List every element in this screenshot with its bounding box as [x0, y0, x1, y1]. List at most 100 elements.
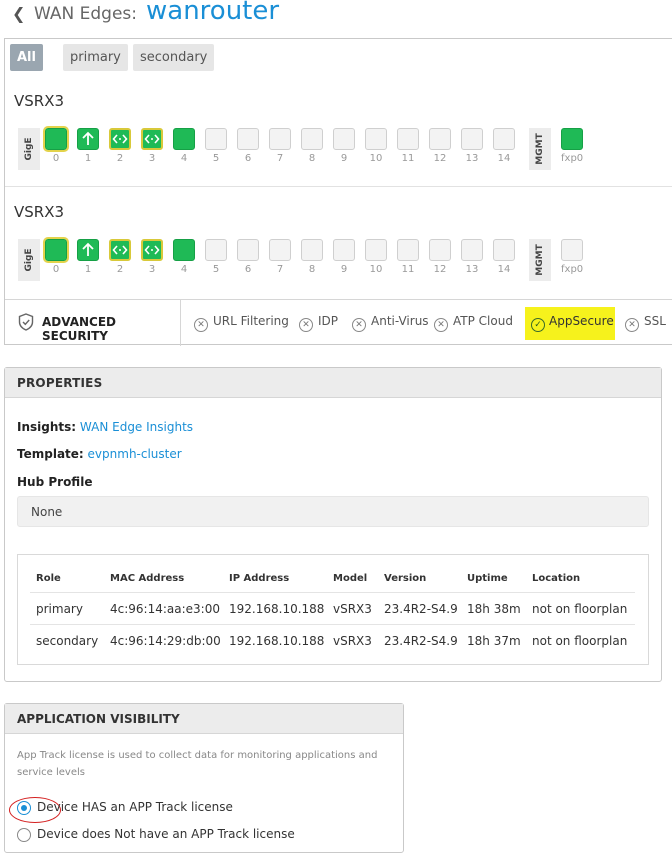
- port-2-code-icon[interactable]: [109, 239, 131, 261]
- port-13[interactable]: [461, 128, 483, 150]
- filter-secondary-button[interactable]: secondary: [133, 44, 215, 71]
- insights-row: Insights: WAN Edge Insights: [17, 420, 194, 434]
- table-cell: 4c:96:14:aa:e3:00: [110, 602, 220, 616]
- app-track-no-license-radio[interactable]: [17, 828, 31, 842]
- port-10[interactable]: [365, 239, 387, 261]
- table-cell: not on floorplan: [532, 634, 628, 648]
- port-3-code-icon[interactable]: [141, 128, 163, 150]
- close-circle-icon: ✕: [194, 318, 208, 332]
- column-header: Location: [532, 573, 581, 584]
- port-number: 11: [401, 264, 415, 275]
- close-circle-icon: ✕: [352, 318, 366, 332]
- port-0[interactable]: [43, 237, 69, 263]
- port-12[interactable]: [429, 239, 451, 261]
- table-cell: secondary: [36, 634, 99, 648]
- port-8[interactable]: [301, 239, 323, 261]
- filter-primary-button[interactable]: primary: [63, 44, 128, 71]
- port-number: 8: [308, 153, 316, 164]
- mgmt-port[interactable]: [561, 239, 583, 261]
- port-4[interactable]: [173, 128, 195, 150]
- device-name: VSRX3: [14, 203, 65, 221]
- app-track-has-license-radio[interactable]: [17, 801, 31, 815]
- port-2-code-icon[interactable]: [109, 128, 131, 150]
- device-table: Role MAC Address IP Address Model Versio…: [17, 554, 649, 665]
- security-item-atp-cloud[interactable]: ✕ ATP Cloud: [434, 314, 513, 332]
- back-chevron-icon[interactable]: ❮: [12, 4, 25, 23]
- security-item-ssl[interactable]: ✕ SSL: [625, 314, 666, 332]
- column-header: Uptime: [467, 573, 508, 584]
- port-3-code-icon[interactable]: [141, 239, 163, 261]
- hub-profile-field[interactable]: None: [17, 496, 649, 527]
- column-header: MAC Address: [110, 573, 185, 584]
- port-number: 4: [180, 153, 188, 164]
- port-9[interactable]: [333, 128, 355, 150]
- port-5[interactable]: [205, 128, 227, 150]
- port-6[interactable]: [237, 128, 259, 150]
- port-6[interactable]: [237, 239, 259, 261]
- port-number: 10: [369, 153, 383, 164]
- gige-label: GigE: [18, 239, 40, 281]
- mgmt-label: MGMT: [529, 128, 551, 170]
- port-10[interactable]: [365, 128, 387, 150]
- port-0[interactable]: [43, 126, 69, 152]
- application-visibility-header: APPLICATION VISIBILITY: [5, 704, 403, 734]
- table-cell: 18h 38m: [467, 602, 521, 616]
- port-13[interactable]: [461, 239, 483, 261]
- security-item-url-filtering[interactable]: ✕ URL Filtering: [194, 314, 289, 332]
- filter-all-button[interactable]: All: [10, 44, 43, 71]
- port-8[interactable]: [301, 128, 323, 150]
- table-cell: 192.168.10.188: [229, 602, 325, 616]
- port-number: 5: [212, 153, 220, 164]
- port-14[interactable]: [493, 239, 515, 261]
- close-circle-icon: ✕: [625, 318, 639, 332]
- advanced-security-label: ADVANCED SECURITY: [42, 315, 117, 343]
- insights-link[interactable]: WAN Edge Insights: [80, 420, 193, 434]
- close-circle-icon: ✕: [434, 318, 448, 332]
- device-panel: All primary secondary VSRX3 GigE 0123456…: [4, 38, 672, 346]
- security-item-appsecure[interactable]: ✓ AppSecure: [531, 314, 614, 332]
- port-14[interactable]: [493, 128, 515, 150]
- template-link[interactable]: evpnmh-cluster: [88, 447, 182, 461]
- port-7[interactable]: [269, 239, 291, 261]
- port-11[interactable]: [397, 239, 419, 261]
- port-4[interactable]: [173, 239, 195, 261]
- mgmt-port-label: fxp0: [561, 264, 584, 275]
- port-9[interactable]: [333, 239, 355, 261]
- breadcrumb[interactable]: WAN Edges:: [34, 4, 137, 24]
- advanced-security-row: ADVANCED SECURITY ✕ URL Filtering ✕ IDP ✕ A…: [5, 299, 672, 346]
- port-number: 7: [276, 264, 284, 275]
- port-5[interactable]: [205, 239, 227, 261]
- port-1-uplink-icon[interactable]: [77, 128, 99, 150]
- properties-header: PROPERTIES: [5, 368, 661, 398]
- port-1-uplink-icon[interactable]: [77, 239, 99, 261]
- port-number: 13: [465, 153, 479, 164]
- hub-profile-label: Hub Profile: [17, 475, 93, 489]
- application-visibility-panel: APPLICATION VISIBILITY App Track license…: [4, 703, 404, 853]
- column-header: Role: [36, 573, 61, 584]
- port-12[interactable]: [429, 128, 451, 150]
- check-circle-icon: ✓: [531, 318, 545, 332]
- mgmt-port[interactable]: [561, 128, 583, 150]
- shield-icon: [18, 313, 34, 331]
- mgmt-label: MGMT: [529, 239, 551, 281]
- port-11[interactable]: [397, 128, 419, 150]
- port-number: 11: [401, 153, 415, 164]
- radio-label[interactable]: Device HAS an APP Track license: [37, 800, 233, 814]
- port-number: 7: [276, 153, 284, 164]
- template-row: Template: evpnmh-cluster: [17, 447, 182, 461]
- port-number: 5: [212, 264, 220, 275]
- port-number: 12: [433, 153, 447, 164]
- table-cell: 18h 37m: [467, 634, 521, 648]
- table-cell: not on floorplan: [532, 602, 628, 616]
- advanced-security-header: ADVANCED SECURITY: [5, 300, 181, 346]
- security-item-anti-virus[interactable]: ✕ Anti-Virus: [352, 314, 429, 332]
- table-cell: 4c:96:14:29:db:00: [110, 634, 221, 648]
- table-cell: 23.4R2-S4.9: [384, 634, 458, 648]
- close-circle-icon: ✕: [299, 318, 313, 332]
- table-cell: vSRX3: [333, 634, 372, 648]
- radio-label[interactable]: Device does Not have an APP Track licens…: [37, 827, 295, 841]
- port-7[interactable]: [269, 128, 291, 150]
- table-cell: vSRX3: [333, 602, 372, 616]
- properties-panel: PROPERTIES Insights: WAN Edge Insights T…: [4, 367, 662, 682]
- security-item-idp[interactable]: ✕ IDP: [299, 314, 338, 332]
